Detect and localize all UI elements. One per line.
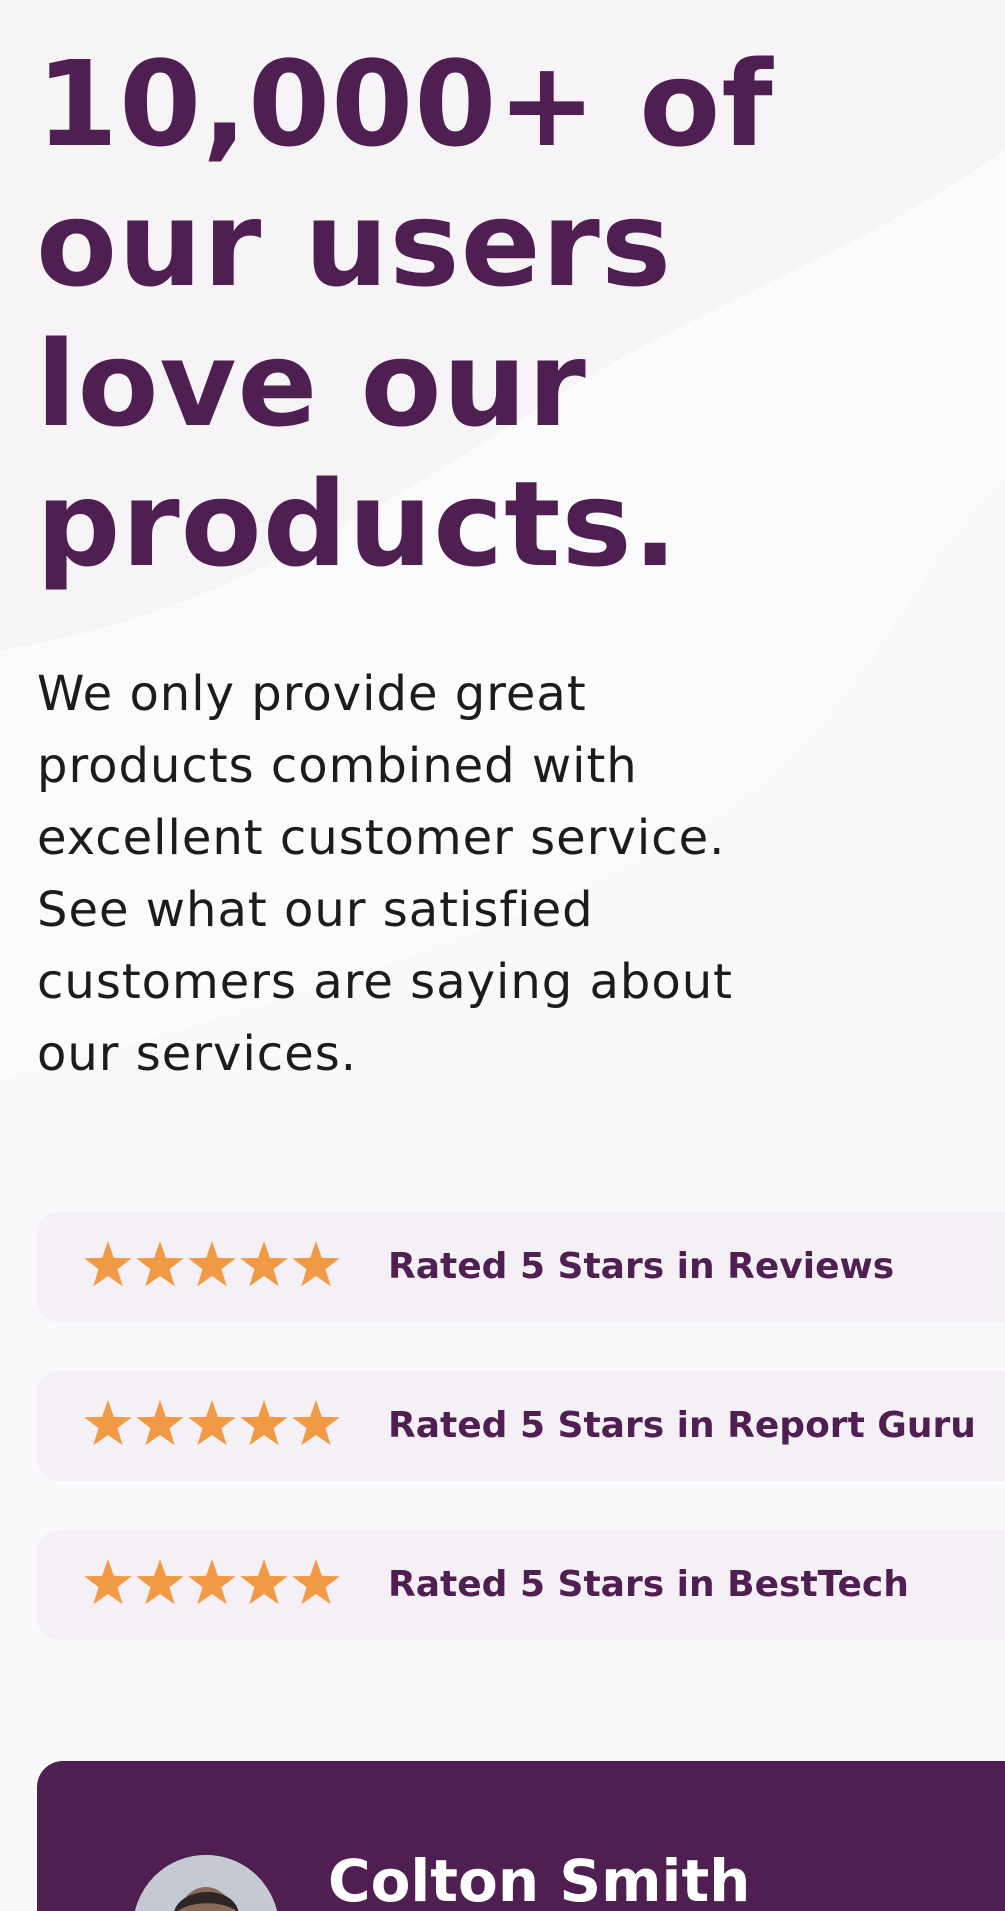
stars-svg xyxy=(84,1241,340,1287)
headline-line: our users xyxy=(36,175,673,313)
section-description: We only provide great products combined … xyxy=(37,658,797,1090)
description-line: products combined with xyxy=(37,738,638,794)
rating-label: Rated 5 Stars in Reviews xyxy=(388,1246,895,1287)
star-icon xyxy=(84,1559,132,1605)
description-line: customers are saying about xyxy=(37,954,733,1010)
avatar xyxy=(133,1855,279,1911)
description-line: We only provide great xyxy=(37,666,587,722)
star-icon xyxy=(84,1241,132,1287)
headline-line: love our xyxy=(36,315,587,453)
rating-label: Rated 5 Stars in Report Guru xyxy=(388,1405,976,1446)
stars-svg xyxy=(84,1400,340,1446)
rating-card-besttech: Rated 5 Stars in BestTech xyxy=(37,1530,1005,1640)
star-rating xyxy=(83,1239,341,1291)
testimonial-card: Colton Smith xyxy=(37,1761,1005,1911)
testimonial-author-name: Colton Smith xyxy=(328,1847,751,1911)
star-rating xyxy=(83,1557,341,1609)
star-icon xyxy=(240,1559,288,1605)
stars-svg xyxy=(84,1559,340,1605)
star-icon xyxy=(292,1241,340,1287)
rating-card-reviews: Rated 5 Stars in Reviews xyxy=(37,1212,1005,1322)
headline-line: products. xyxy=(36,455,679,593)
star-icon xyxy=(84,1400,132,1446)
star-icon xyxy=(136,1241,184,1287)
star-icon xyxy=(188,1559,236,1605)
star-icon xyxy=(136,1400,184,1446)
star-icon xyxy=(292,1400,340,1446)
description-line: our services. xyxy=(37,1026,357,1082)
description-line: See what our satisfied xyxy=(37,882,594,938)
headline-line: 10,000+ of xyxy=(36,35,774,173)
star-icon xyxy=(188,1400,236,1446)
star-icon xyxy=(136,1559,184,1605)
description-line: excellent customer service. xyxy=(37,810,726,866)
star-icon xyxy=(240,1241,288,1287)
star-icon xyxy=(188,1241,236,1287)
star-rating xyxy=(83,1398,341,1450)
section-headline: 10,000+ of our users love our products. xyxy=(36,34,836,594)
star-icon xyxy=(292,1559,340,1605)
avatar-photo xyxy=(133,1855,279,1911)
rating-card-report-guru: Rated 5 Stars in Report Guru xyxy=(37,1371,1005,1481)
star-icon xyxy=(240,1400,288,1446)
rating-label: Rated 5 Stars in BestTech xyxy=(388,1564,909,1605)
